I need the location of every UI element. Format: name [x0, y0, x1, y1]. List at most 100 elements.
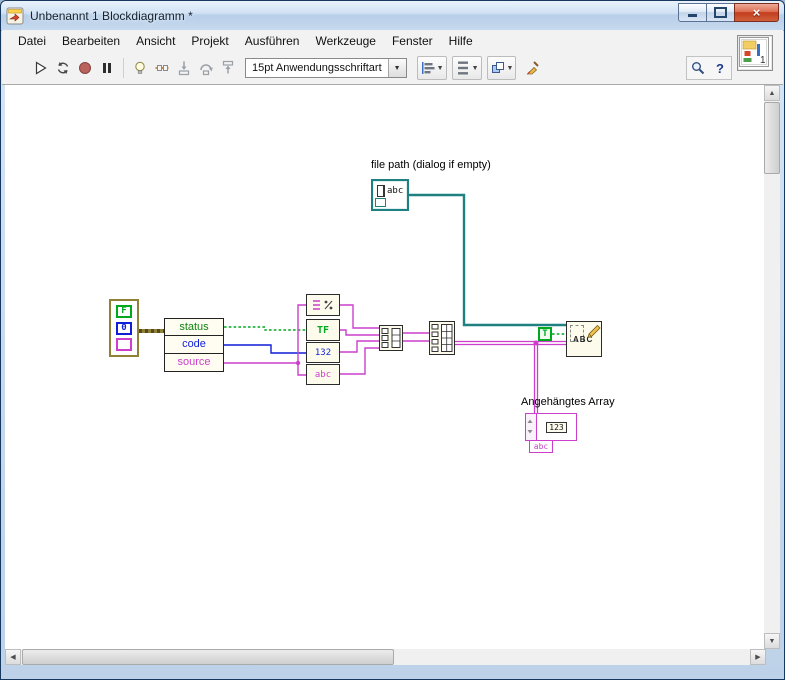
titlebar[interactable]: Unbenannt 1 Blockdiagramm * ×	[1, 1, 784, 31]
menu-werkzeuge[interactable]: Werkzeuge	[307, 31, 383, 51]
unbundle-field-code[interactable]: code	[165, 336, 223, 354]
font-selector[interactable]: 15pt Anwendungsschriftart ▼	[245, 58, 407, 78]
file-path-control-terminal[interactable]: abc	[371, 179, 409, 211]
labview-window: Unbenannt 1 Blockdiagramm * × Datei Bear…	[0, 0, 785, 680]
step-out-icon	[222, 60, 234, 74]
array-index-strip	[526, 414, 537, 440]
close-button[interactable]: ×	[734, 2, 779, 22]
block-diagram-canvas[interactable]: file path (dialog if empty) Angehängtes …	[5, 85, 766, 649]
unbundle-field-status[interactable]: status	[165, 319, 223, 337]
converter3-output-wire[interactable]	[340, 340, 379, 353]
build-array-node-b[interactable]	[429, 321, 455, 355]
menu-datei[interactable]: Datei	[10, 31, 54, 51]
question-mark-icon: ?	[716, 60, 724, 76]
tf-glyph: TF	[316, 324, 330, 336]
appended-array-label[interactable]: Angehängtes Array	[521, 396, 615, 408]
horizontal-scroll-thumb[interactable]	[22, 649, 394, 665]
file-path-label[interactable]: file path (dialog if empty)	[371, 159, 491, 171]
step-into-icon	[178, 61, 190, 76]
run-button[interactable]	[30, 57, 52, 79]
numeric-glyph: 132	[314, 347, 332, 358]
reorder-icon	[491, 62, 504, 73]
pencil-icon	[587, 324, 601, 339]
path-glyph-icon	[377, 185, 385, 197]
format-string-node[interactable]	[306, 294, 340, 316]
appended-array-indicator[interactable]: 123	[525, 413, 577, 441]
minimize-button[interactable]	[678, 2, 707, 22]
step-over-button[interactable]	[195, 57, 217, 79]
unbundle-by-name-node[interactable]: status code source	[164, 318, 224, 372]
error-cluster-constant[interactable]: F 0	[109, 299, 139, 357]
abort-button[interactable]	[74, 57, 96, 79]
distribute-objects-icon	[457, 61, 468, 75]
code-numeric-wire[interactable]	[224, 344, 306, 354]
build-array-node-a[interactable]	[379, 325, 403, 351]
abc-glyph: abc	[314, 369, 332, 380]
align-objects-dropdown[interactable]: ▼	[416, 56, 447, 80]
align-objects-icon	[421, 62, 435, 74]
window-controls: ×	[678, 2, 779, 22]
svg-text:1: 1	[760, 55, 766, 66]
menu-bearbeiten[interactable]: Bearbeiten	[54, 31, 128, 51]
close-icon: ×	[752, 4, 761, 20]
font-selector-dropdown-icon[interactable]: ▼	[387, 59, 406, 77]
string-node[interactable]: abc	[306, 364, 340, 385]
toolbar: 15pt Anwendungsschriftart ▼ ▼ ▼ ▼	[2, 52, 783, 85]
toolbar-right-group: ?	[686, 56, 732, 80]
empty-string-constant[interactable]	[116, 338, 132, 352]
boolean-false-constant[interactable]: F	[116, 304, 132, 318]
lightbulb-icon	[135, 61, 145, 74]
write-text-node[interactable]: ABC	[566, 321, 602, 357]
run-continuously-button[interactable]	[52, 57, 74, 79]
window-title: Unbenannt 1 Blockdiagramm *	[30, 8, 193, 23]
converter1-output-wire[interactable]	[340, 304, 379, 329]
file-path-wire[interactable]	[409, 193, 566, 327]
menu-ausfuehren[interactable]: Ausführen	[237, 31, 308, 51]
context-help-button[interactable]: ?	[709, 57, 731, 79]
status-boolean-wire[interactable]	[224, 326, 306, 331]
scroll-down-button[interactable]: ▼	[764, 633, 780, 649]
vertical-scrollbar[interactable]: ▲ ▼	[764, 85, 780, 649]
horizontal-scrollbar[interactable]: ◀ ▶	[5, 649, 766, 665]
wire-junction-dot	[295, 360, 301, 366]
numeric-zero-constant[interactable]: 0	[116, 321, 132, 335]
menu-hilfe[interactable]: Hilfe	[441, 31, 481, 51]
array-element-glyph: 123	[546, 421, 567, 433]
step-out-button[interactable]	[217, 57, 239, 79]
true-boolean-constant[interactable]: T	[538, 327, 552, 341]
maximize-button[interactable]	[706, 2, 735, 22]
array-element: 123	[537, 414, 576, 440]
array-index-arrows-icon	[527, 419, 533, 434]
toolbar-separator	[123, 58, 124, 78]
menu-ansicht[interactable]: Ansicht	[128, 31, 183, 51]
search-icon	[692, 62, 705, 75]
broom-icon	[526, 61, 540, 75]
vi-icon[interactable]: 1	[737, 35, 773, 71]
step-into-button[interactable]	[173, 57, 195, 79]
path-abc-glyph: abc	[387, 186, 404, 196]
scroll-right-button[interactable]: ▶	[750, 649, 766, 665]
source-branch-wire[interactable]	[297, 304, 306, 363]
number-to-string-node[interactable]: 132	[306, 342, 340, 363]
menu-fenster[interactable]: Fenster	[384, 31, 441, 51]
chevron-down-icon: ▼	[471, 64, 479, 72]
file-path-glyph-row: abc	[377, 185, 407, 197]
unbundle-field-source[interactable]: source	[165, 354, 223, 371]
scroll-left-button[interactable]: ◀	[5, 649, 21, 665]
cleanup-diagram-button[interactable]	[521, 57, 543, 79]
menu-projekt[interactable]: Projekt	[183, 31, 236, 51]
highlight-execution-button[interactable]	[129, 57, 151, 79]
source-string-wire[interactable]	[224, 362, 306, 376]
reorder-dropdown[interactable]: ▼	[486, 56, 517, 80]
retain-wire-values-button[interactable]	[151, 57, 173, 79]
scroll-up-button[interactable]: ▲	[764, 85, 780, 101]
pause-button[interactable]	[96, 57, 118, 79]
boolean-to-string-node[interactable]: TF	[306, 319, 340, 341]
chevron-down-icon: ▼	[506, 64, 514, 72]
vertical-scroll-thumb[interactable]	[764, 102, 780, 174]
distribute-objects-dropdown[interactable]: ▼	[451, 56, 482, 80]
menubar: Datei Bearbeiten Ansicht Projekt Ausführ…	[2, 30, 783, 53]
search-button[interactable]	[687, 57, 709, 79]
labview-app-icon	[6, 7, 24, 24]
converter2-output-wire[interactable]	[340, 329, 379, 336]
